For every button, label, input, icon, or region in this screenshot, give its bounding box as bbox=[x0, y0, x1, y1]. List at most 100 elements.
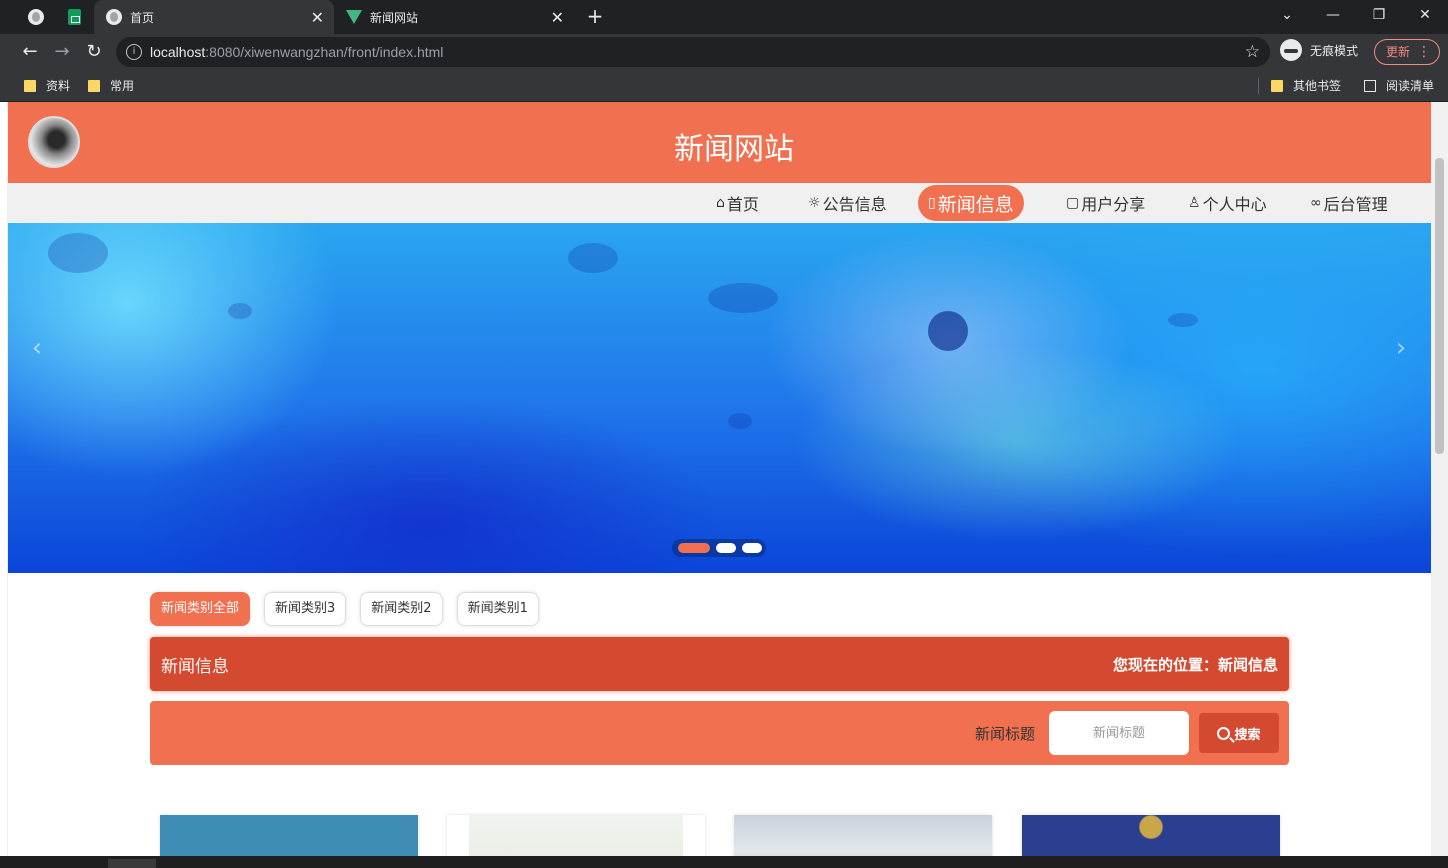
main-nav: ⌂ 首页 ☼ 公告信息 ▯ 新闻信息 ▢ 用户分享 ♙ 个人中心 ∞ 后台管理 bbox=[8, 183, 1431, 223]
incognito-icon bbox=[1280, 39, 1302, 61]
tab-news-site[interactable]: 新闻网站 ✕ bbox=[334, 0, 574, 34]
nav-label: 公告信息 bbox=[822, 195, 887, 214]
news-card-image bbox=[469, 815, 683, 856]
folder-icon bbox=[24, 79, 36, 92]
bookmark-label: 常用 bbox=[110, 79, 135, 93]
reload-icon[interactable]: ↻ bbox=[82, 40, 106, 64]
banner-texture bbox=[228, 303, 252, 319]
page-left-edge bbox=[0, 102, 8, 856]
close-icon[interactable]: ✕ bbox=[551, 8, 564, 27]
section-title-bar: 新闻信息 您现在的位置：新闻信息 bbox=[150, 637, 1289, 691]
nav-label: 首页 bbox=[726, 195, 759, 214]
search-button[interactable]: 搜索 bbox=[1199, 713, 1279, 753]
nav-item-news[interactable]: ▯ 新闻信息 bbox=[918, 185, 1024, 221]
tab-search-icon[interactable]: ⌄ bbox=[1264, 0, 1310, 30]
globe-icon bbox=[106, 9, 122, 25]
news-card-image bbox=[734, 815, 992, 856]
breadcrumb: 您现在的位置：新闻信息 bbox=[1112, 656, 1278, 674]
info-icon[interactable]: i bbox=[126, 44, 142, 60]
nav-item-home[interactable]: ⌂ 首页 bbox=[716, 191, 759, 215]
browser-toolbar: ← → ↻ i localhost:8080/xiwenwangzhan/fro… bbox=[0, 34, 1448, 70]
update-label: 更新 bbox=[1386, 45, 1411, 59]
url-host: localhost bbox=[150, 44, 206, 60]
search-icon bbox=[1217, 726, 1231, 740]
news-card[interactable] bbox=[160, 815, 418, 856]
news-card-image bbox=[160, 815, 418, 856]
new-tab-button[interactable]: + bbox=[584, 4, 606, 30]
carousel-dot-1[interactable] bbox=[678, 543, 710, 553]
search-input[interactable] bbox=[1049, 711, 1189, 755]
news-card-image bbox=[1022, 815, 1280, 856]
news-card[interactable] bbox=[734, 815, 992, 856]
news-card-list bbox=[160, 815, 1290, 856]
site-header: 新闻网站 bbox=[8, 102, 1431, 183]
category-2[interactable]: 新闻类别2 bbox=[360, 592, 443, 626]
nav-label: 用户分享 bbox=[1081, 195, 1146, 214]
reading-list-label: 阅读清单 bbox=[1386, 79, 1435, 93]
nav-item-personal-center[interactable]: ♙ 个人中心 bbox=[1188, 191, 1267, 215]
incognito-indicator[interactable]: 无痕模式 bbox=[1280, 39, 1358, 61]
scrollbar-thumb[interactable] bbox=[1435, 158, 1444, 454]
tab-2[interactable] bbox=[60, 0, 94, 34]
other-bookmarks[interactable]: 其他书签 bbox=[1271, 77, 1341, 94]
minimize-icon[interactable]: — bbox=[1310, 0, 1356, 30]
browser-tab-bar: 首页 ✕ 新闻网站 ✕ + ⌄ — ❐ ✕ bbox=[0, 0, 1448, 34]
bookmark-star-icon[interactable]: ☆ bbox=[1245, 42, 1260, 62]
close-icon[interactable]: ✕ bbox=[311, 8, 324, 27]
search-label: 新闻标题 bbox=[975, 725, 1036, 743]
bookmark-folder-ziliao[interactable]: 资料 bbox=[24, 77, 70, 94]
taskbar-item[interactable] bbox=[108, 859, 156, 868]
reading-list[interactable]: 阅读清单 bbox=[1364, 77, 1434, 94]
category-1[interactable]: 新闻类别1 bbox=[456, 592, 539, 626]
banner-next-arrow[interactable]: › bbox=[1386, 333, 1416, 363]
other-bookmarks-label: 其他书签 bbox=[1293, 79, 1342, 93]
sheets-icon bbox=[68, 9, 81, 25]
forward-icon[interactable]: → bbox=[50, 40, 74, 64]
nav-label: 新闻信息 bbox=[937, 193, 1014, 216]
tab-home[interactable]: 首页 ✕ bbox=[94, 0, 334, 34]
tab-1[interactable] bbox=[20, 0, 60, 34]
bookmark-folder-changyong[interactable]: 常用 bbox=[88, 77, 134, 94]
url-path: :8080/xiwenwangzhan/front/index.html bbox=[205, 44, 444, 60]
reading-list-icon bbox=[1364, 79, 1376, 92]
back-icon[interactable]: ← bbox=[18, 40, 42, 64]
folder-icon bbox=[1271, 79, 1283, 92]
incognito-label: 无痕模式 bbox=[1310, 43, 1359, 58]
search-button-label: 搜索 bbox=[1234, 727, 1261, 743]
news-card[interactable] bbox=[447, 815, 705, 856]
menu-dots-icon: ⋮ bbox=[1417, 44, 1431, 60]
nav-label: 后台管理 bbox=[1323, 195, 1388, 214]
folder-icon bbox=[88, 79, 100, 92]
page-scrollbar[interactable] bbox=[1431, 102, 1448, 856]
os-taskbar bbox=[0, 856, 1448, 868]
carousel-dot-3[interactable] bbox=[742, 543, 762, 553]
banner-carousel[interactable]: ‹ › bbox=[8, 223, 1431, 573]
nav-label: 个人中心 bbox=[1202, 195, 1267, 214]
banner-texture bbox=[568, 243, 618, 273]
category-3[interactable]: 新闻类别3 bbox=[264, 592, 347, 626]
nav-item-admin[interactable]: ∞ 后台管理 bbox=[1310, 191, 1388, 215]
category-all[interactable]: 新闻类别全部 bbox=[150, 592, 251, 626]
window-close-icon[interactable]: ✕ bbox=[1402, 0, 1448, 30]
user-icon: ♙ bbox=[1188, 195, 1201, 211]
carousel-dot-2[interactable] bbox=[716, 543, 736, 553]
tab-title: 首页 bbox=[130, 10, 155, 25]
banner-prev-arrow[interactable]: ‹ bbox=[22, 333, 52, 363]
address-bar[interactable]: i localhost:8080/xiwenwangzhan/front/ind… bbox=[116, 37, 1270, 67]
tab-title: 新闻网站 bbox=[370, 10, 419, 25]
update-button[interactable]: 更新 ⋮ bbox=[1374, 39, 1440, 65]
nav-item-announcements[interactable]: ☼ 公告信息 bbox=[808, 191, 887, 215]
news-icon: ▯ bbox=[928, 195, 936, 211]
link-icon: ∞ bbox=[1310, 195, 1322, 211]
banner-texture bbox=[1168, 313, 1198, 327]
share-icon: ▢ bbox=[1066, 195, 1080, 211]
bookmarks-bar: 资料 常用 其他书签 阅读清单 bbox=[0, 70, 1448, 102]
banner-texture bbox=[928, 311, 968, 351]
nav-item-user-share[interactable]: ▢ 用户分享 bbox=[1066, 191, 1145, 215]
news-card[interactable] bbox=[1022, 815, 1280, 856]
banner-texture bbox=[708, 283, 778, 313]
restore-icon[interactable]: ❐ bbox=[1356, 0, 1402, 30]
home-icon: ⌂ bbox=[716, 195, 725, 211]
bookmark-label: 资料 bbox=[46, 79, 71, 93]
url-text[interactable]: localhost:8080/xiwenwangzhan/front/index… bbox=[150, 44, 443, 60]
